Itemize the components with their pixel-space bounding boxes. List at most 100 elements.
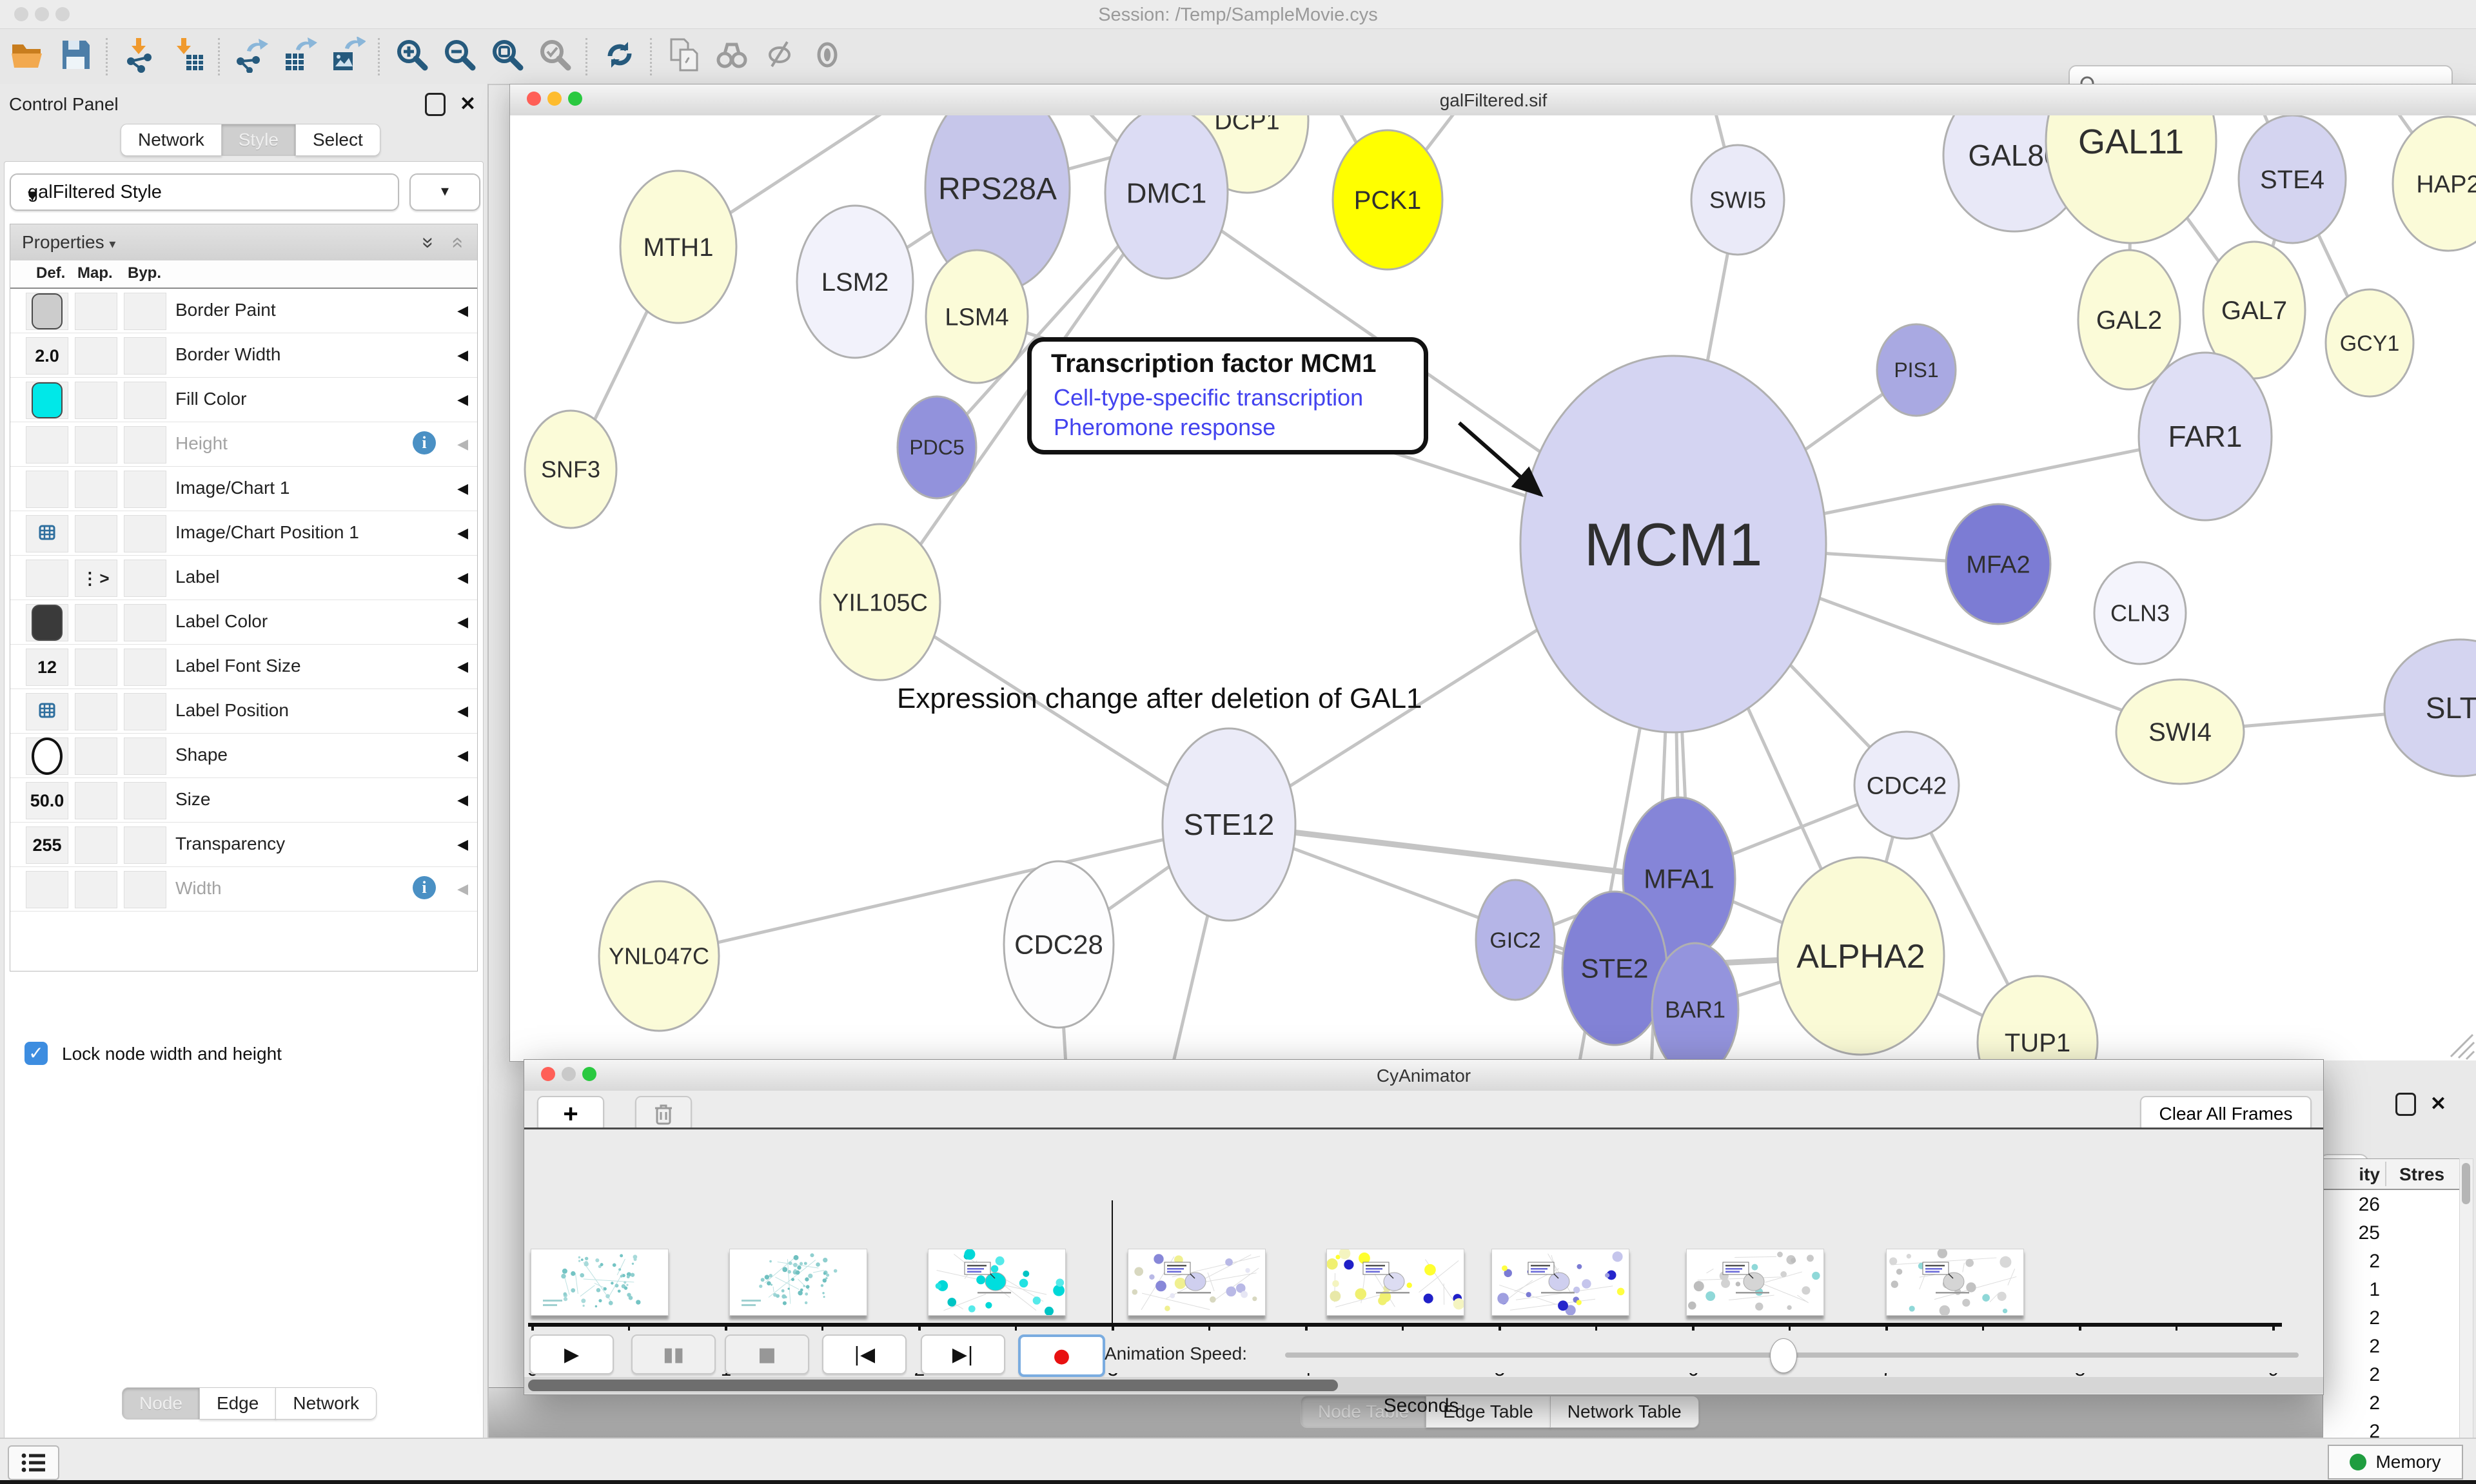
table-cell[interactable]: 26 [2324,1194,2380,1216]
bypass-cell[interactable] [124,426,166,464]
network-node[interactable]: YNL047C [599,881,719,1031]
expand-property-icon[interactable]: ◀ [457,391,468,408]
network-node[interactable]: DMC1 [1105,115,1228,278]
close-panel-icon[interactable]: ✕ [460,95,476,114]
expand-property-icon[interactable]: ◀ [457,347,468,364]
property-row[interactable]: Fill Color ◀ [10,378,477,422]
default-cell[interactable] [26,604,68,641]
mapping-cell[interactable] [75,426,117,464]
default-cell[interactable]: 12 [26,649,68,686]
network-node[interactable]: LSM2 [797,206,913,358]
network-node[interactable]: TUP1 [1978,976,2098,1061]
network-edge[interactable] [659,825,1229,956]
float-panel-icon[interactable] [425,93,446,116]
table-cell[interactable]: 2 [2324,1364,2380,1386]
default-value[interactable]: 12 [37,658,57,678]
property-row[interactable]: Border Paint ◀ [10,289,477,333]
animation-timeline[interactable]: 0123456789 Seconds [524,1129,2323,1331]
bypass-cell[interactable] [124,604,166,641]
network-node[interactable]: MCM1 [1520,356,1826,732]
tab-network[interactable]: Network [275,1387,377,1420]
default-cell[interactable] [26,382,68,419]
cyanimator-titlebar[interactable]: CyAnimator [524,1060,2323,1091]
bypass-cell[interactable] [124,471,166,508]
table-cell[interactable]: 2 [2324,1392,2380,1414]
network-node[interactable]: CDC42 [1854,732,1959,839]
property-row[interactable]: 255 Transparency ◀ [10,823,477,867]
tab-node[interactable]: Node [122,1387,200,1420]
play-button[interactable]: ▶ [529,1334,614,1374]
annotation-box[interactable]: Transcription factor MCM1 Cell-type-spec… [1027,337,1428,454]
animation-frame-thumbnail[interactable] [1686,1249,1824,1316]
mapping-cell[interactable] [75,871,117,908]
expand-property-icon[interactable]: ◀ [457,302,468,319]
animation-frame-thumbnail[interactable] [1886,1249,2024,1316]
default-cell[interactable]: 255 [26,826,68,864]
save-session-button[interactable] [52,34,99,79]
mapping-cell[interactable] [75,604,117,641]
network-node[interactable]: PIS1 [1877,324,1956,416]
property-row[interactable]: Label Position ◀ [10,689,477,734]
network-node[interactable]: BAR1 [1652,943,1738,1061]
mapping-cell[interactable] [75,826,117,864]
expand-property-icon[interactable]: ◀ [457,836,468,853]
network-node[interactable]: MTH1 [620,171,736,323]
property-row[interactable]: Shape ◀ [10,734,477,778]
mapping-cell[interactable] [75,649,117,686]
info-icon[interactable]: i [413,876,436,899]
bypass-cell[interactable] [124,515,166,552]
network-node[interactable]: PCK1 [1333,130,1442,269]
default-cell[interactable] [26,426,68,464]
network-node[interactable]: SNF3 [525,411,616,528]
position-icon[interactable] [37,702,57,722]
expand-property-icon[interactable]: ◀ [457,480,468,497]
mapping-cell[interactable]: ⋮> [75,560,117,597]
expand-property-icon[interactable]: ◀ [457,436,468,453]
bypass-cell[interactable] [124,337,166,375]
expand-property-icon[interactable]: ◀ [457,525,468,542]
bypass-cell[interactable] [124,693,166,730]
animation-frame-thumbnail[interactable] [531,1249,669,1316]
network-node[interactable]: YIL105C [820,524,940,680]
close-panel-icon[interactable]: ✕ [2430,1095,2446,1114]
network-node[interactable]: STE12 [1163,728,1295,921]
animation-speed-thumb[interactable] [1770,1338,1797,1373]
hide-details-button[interactable] [756,34,803,79]
annotation-link[interactable]: Pheromone response [1054,414,1275,441]
float-panel-icon[interactable] [2395,1093,2416,1116]
default-value-swatch[interactable] [32,293,63,329]
timeline-scrollbar-thumb[interactable] [528,1380,1338,1391]
bypass-cell[interactable] [124,649,166,686]
network-canvas[interactable]: DCP1RPS28ADMC1PCK1SWI5GAL80GAL11STE4HAP2… [510,115,2476,1061]
current-style-select[interactable]: galFiltered Style ▾ [10,173,399,211]
expand-property-icon[interactable]: ◀ [457,747,468,764]
timeline-scrollbar[interactable] [524,1377,2323,1394]
refresh-button[interactable] [596,34,644,79]
bypass-cell[interactable] [124,293,166,330]
annotation-link[interactable]: Cell-type-specific transcription [1054,384,1363,411]
expand-property-icon[interactable]: ◀ [457,658,468,675]
default-value[interactable]: 50.0 [30,791,64,811]
mapping-cell[interactable] [75,293,117,330]
add-frame-button[interactable]: + [537,1096,604,1132]
table-scrollbar[interactable] [2459,1158,2473,1439]
expand-all-icon[interactable]: » [417,237,441,249]
default-cell[interactable] [26,515,68,552]
zoom-in-button[interactable] [388,34,436,79]
bypass-cell[interactable] [124,737,166,775]
default-value[interactable]: 255 [32,835,61,855]
network-node[interactable]: GIC2 [1476,880,1555,1000]
show-details-button[interactable] [803,34,851,79]
network-node[interactable]: CLN3 [2094,562,2186,664]
default-cell[interactable] [26,560,68,597]
default-value-swatch[interactable] [32,605,63,641]
task-history-button[interactable] [8,1445,59,1480]
property-row[interactable]: Image/Chart Position 1 ◀ [10,511,477,556]
record-button[interactable]: ● [1018,1334,1105,1377]
lock-size-checkbox[interactable]: ✓ [25,1042,48,1065]
default-cell[interactable] [26,693,68,730]
collapse-all-icon[interactable]: » [444,237,468,249]
bypass-cell[interactable] [124,826,166,864]
property-row[interactable]: Label Color ◀ [10,600,477,645]
mapping-cell[interactable] [75,782,117,819]
